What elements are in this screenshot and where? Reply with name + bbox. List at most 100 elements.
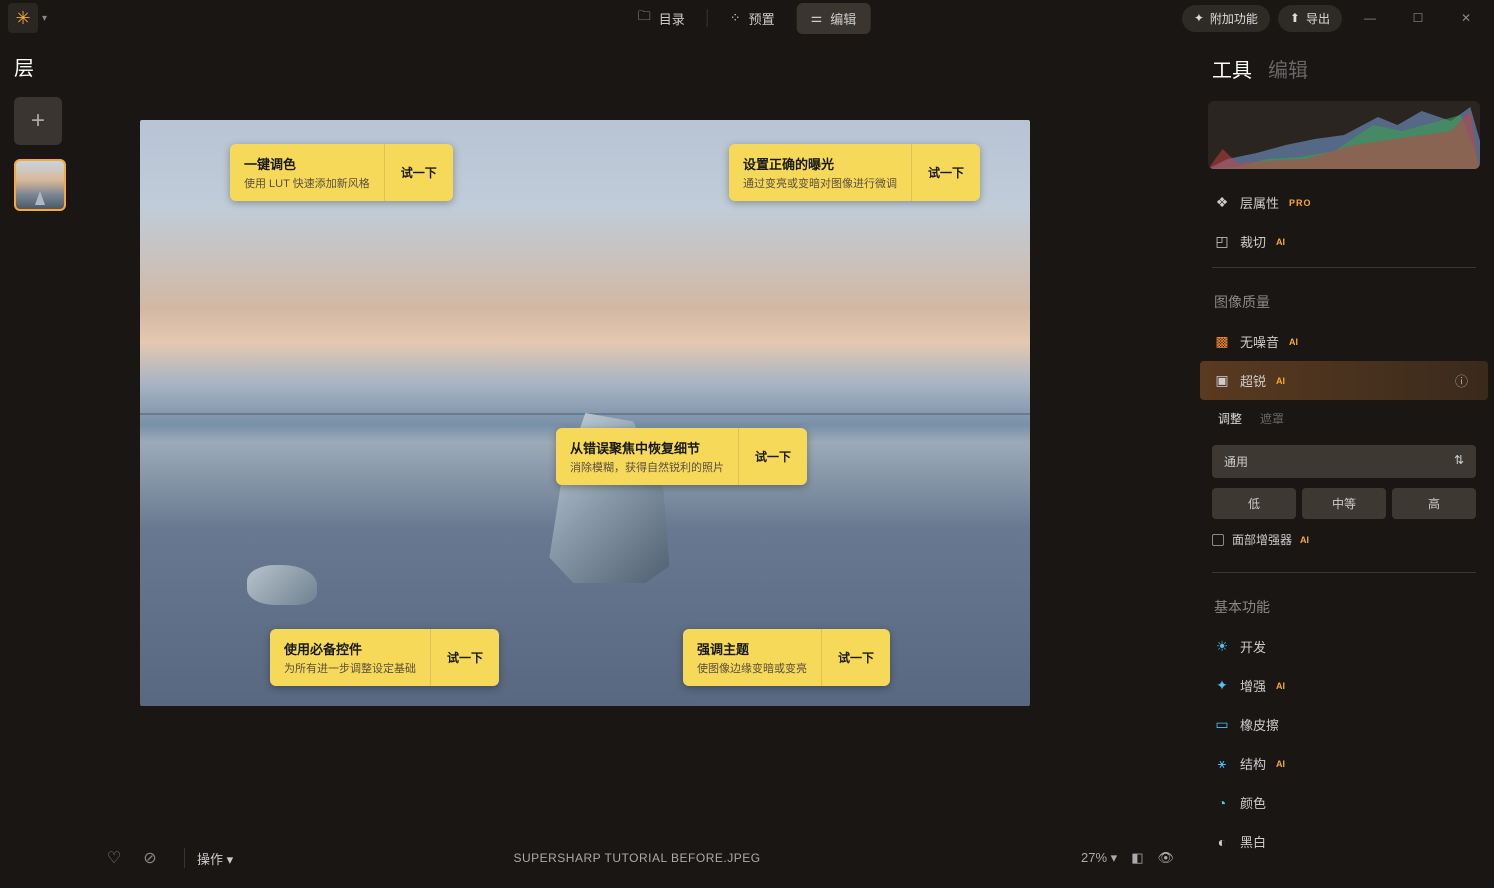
tool-label: 层属性	[1240, 193, 1279, 212]
actions-label: 操作	[197, 852, 223, 867]
tip-desc: 使用 LUT 快速添加新风格	[244, 175, 370, 191]
tool-supersharp[interactable]: ▣ 超锐 AI ⓘ	[1200, 361, 1488, 400]
info-icon[interactable]: ⓘ	[1455, 371, 1468, 390]
layer-thumbnail[interactable]	[14, 159, 66, 211]
tip-title: 一键调色	[244, 154, 370, 173]
tip-desc: 使图像边缘变暗或变亮	[697, 660, 807, 676]
separator	[1212, 572, 1476, 573]
extras-button[interactable]: ✦ 附加功能	[1182, 5, 1270, 32]
tab-presets[interactable]: ⁘ 预置	[716, 3, 789, 34]
tab-edit[interactable]: ⚌ 编辑	[797, 3, 871, 34]
tip-card-exposure: 设置正确的曝光 通过变亮或变暗对图像进行微调 试一下	[729, 144, 980, 201]
ai-badge: AI	[1276, 681, 1285, 691]
reject-icon[interactable]: ⊘	[136, 844, 164, 872]
intensity-segment: 低 中等 高	[1212, 488, 1476, 519]
tool-label: 超锐	[1240, 371, 1266, 390]
section-basic: 基本功能	[1194, 579, 1494, 627]
noiseless-icon: ▩	[1214, 334, 1230, 350]
crop-icon: ◰	[1214, 234, 1230, 250]
seg-low[interactable]: 低	[1212, 488, 1296, 519]
preview-icon[interactable]: 👁	[1157, 850, 1174, 866]
tip-title: 从错误聚焦中恢复细节	[570, 438, 724, 457]
actions-menu[interactable]: 操作 ▾	[197, 849, 233, 868]
face-enhance-row[interactable]: 面部增强器 AI	[1212, 531, 1476, 548]
tip-try-button[interactable]: 试一下	[821, 629, 890, 686]
tip-try-button[interactable]: 试一下	[384, 144, 453, 201]
model-select[interactable]: 通用 ⇅	[1212, 445, 1476, 478]
app-logo[interactable]: ✳	[8, 3, 38, 33]
layers-icon: ❖	[1214, 195, 1230, 211]
tool-develop[interactable]: ☀ 开发	[1194, 627, 1494, 666]
tip-card-vignette: 强调主题 使图像边缘变暗或变亮 试一下	[683, 629, 890, 686]
sparkle-icon: ⁘	[730, 10, 741, 26]
tool-eraser[interactable]: ▭ 橡皮擦	[1194, 705, 1494, 744]
chevron-down-icon: ▾	[227, 852, 234, 867]
folder-icon: 🗀	[638, 7, 651, 29]
separator	[184, 848, 185, 868]
tool-bw[interactable]: ◐ 黑白	[1194, 822, 1494, 861]
checkbox[interactable]	[1212, 534, 1224, 546]
zoom-value: 27%	[1081, 850, 1107, 865]
tool-crop[interactable]: ◰ 裁切 AI	[1194, 222, 1494, 261]
topbar: ✳ ▾ 🗀 目录 ⁘ 预置 ⚌ 编辑 ✦ 附加功能 ⬆ 导出 — ☐ ✕	[0, 0, 1494, 36]
develop-icon: ☀	[1214, 639, 1230, 655]
eraser-icon: ▭	[1214, 717, 1230, 733]
tip-desc: 通过变亮或变暗对图像进行微调	[743, 175, 897, 191]
zoom-level[interactable]: 27% ▾	[1081, 850, 1117, 866]
extras-label: 附加功能	[1210, 10, 1258, 27]
tip-title: 使用必备控件	[284, 639, 416, 658]
separator	[707, 9, 708, 27]
face-enhance-label: 面部增强器	[1232, 531, 1292, 548]
tip-try-button[interactable]: 试一下	[738, 428, 807, 485]
favorite-icon[interactable]: ♡	[100, 844, 128, 872]
tab-catalog[interactable]: 🗀 目录	[624, 1, 699, 35]
tool-enhance[interactable]: ✦ 增强 AI	[1194, 666, 1494, 705]
filename-label: SUPERSHARP TUTORIAL BEFORE.JPEG	[513, 851, 760, 865]
bottombar: ♡ ⊘ 操作 ▾ SUPERSHARP TUTORIAL BEFORE.JPEG…	[80, 828, 1194, 888]
window-close[interactable]: ✕	[1446, 3, 1486, 33]
tab-presets-label: 预置	[749, 9, 775, 28]
structure-icon: ⚹	[1214, 756, 1230, 772]
tool-label: 颜色	[1240, 793, 1266, 812]
layers-panel: 层 +	[0, 40, 80, 223]
ai-badge: AI	[1276, 237, 1285, 247]
tool-label: 无噪音	[1240, 332, 1279, 351]
seg-mid[interactable]: 中等	[1302, 488, 1386, 519]
tip-title: 设置正确的曝光	[743, 154, 897, 173]
tool-structure[interactable]: ⚹ 结构 AI	[1194, 744, 1494, 783]
layers-title: 层	[14, 52, 66, 81]
tool-noiseless[interactable]: ▩ 无噪音 AI	[1194, 322, 1494, 361]
chevron-updown-icon: ⇅	[1454, 453, 1464, 470]
tip-try-button[interactable]: 试一下	[430, 629, 499, 686]
separator	[1212, 267, 1476, 268]
tip-card-lut: 一键调色 使用 LUT 快速添加新风格 试一下	[230, 144, 453, 201]
compare-icon[interactable]: ◧	[1131, 850, 1143, 866]
panel-tab-edit[interactable]: 编辑	[1268, 54, 1308, 83]
export-button[interactable]: ⬆ 导出	[1278, 5, 1342, 32]
histogram[interactable]	[1208, 101, 1480, 169]
tip-title: 强调主题	[697, 639, 807, 658]
tool-layer-properties[interactable]: ❖ 层属性 PRO	[1194, 183, 1494, 222]
star-icon: ✦	[1194, 11, 1204, 25]
tip-desc: 消除模糊，获得自然锐利的照片	[570, 459, 724, 475]
ai-badge: AI	[1276, 759, 1285, 769]
subtab-adjust[interactable]: 调整	[1218, 410, 1242, 427]
add-layer-button[interactable]: +	[14, 97, 62, 145]
tip-card-essentials: 使用必备控件 为所有进一步调整设定基础 试一下	[270, 629, 499, 686]
canvas[interactable]: 一键调色 使用 LUT 快速添加新风格 试一下 设置正确的曝光 通过变亮或变暗对…	[140, 120, 1030, 706]
right-panel: 工具 编辑 ❖ 层属性 PRO ◰ 裁切 AI 图像质量 ▩ 无噪音 AI ▣ …	[1194, 40, 1494, 888]
tool-color[interactable]: ◔ 颜色	[1194, 783, 1494, 822]
window-maximize[interactable]: ☐	[1398, 3, 1438, 33]
bw-icon: ◐	[1214, 834, 1230, 850]
supersharp-icon: ▣	[1214, 373, 1230, 389]
tip-desc: 为所有进一步调整设定基础	[284, 660, 416, 676]
subtab-mask[interactable]: 遮罩	[1260, 410, 1284, 427]
app-menu-chevron[interactable]: ▾	[42, 13, 47, 24]
section-image-quality: 图像质量	[1194, 274, 1494, 322]
tool-label: 结构	[1240, 754, 1266, 773]
window-minimize[interactable]: —	[1350, 3, 1390, 33]
tip-try-button[interactable]: 试一下	[911, 144, 980, 201]
seg-high[interactable]: 高	[1392, 488, 1476, 519]
panel-tab-tools[interactable]: 工具	[1212, 54, 1252, 83]
tool-label: 橡皮擦	[1240, 715, 1279, 734]
